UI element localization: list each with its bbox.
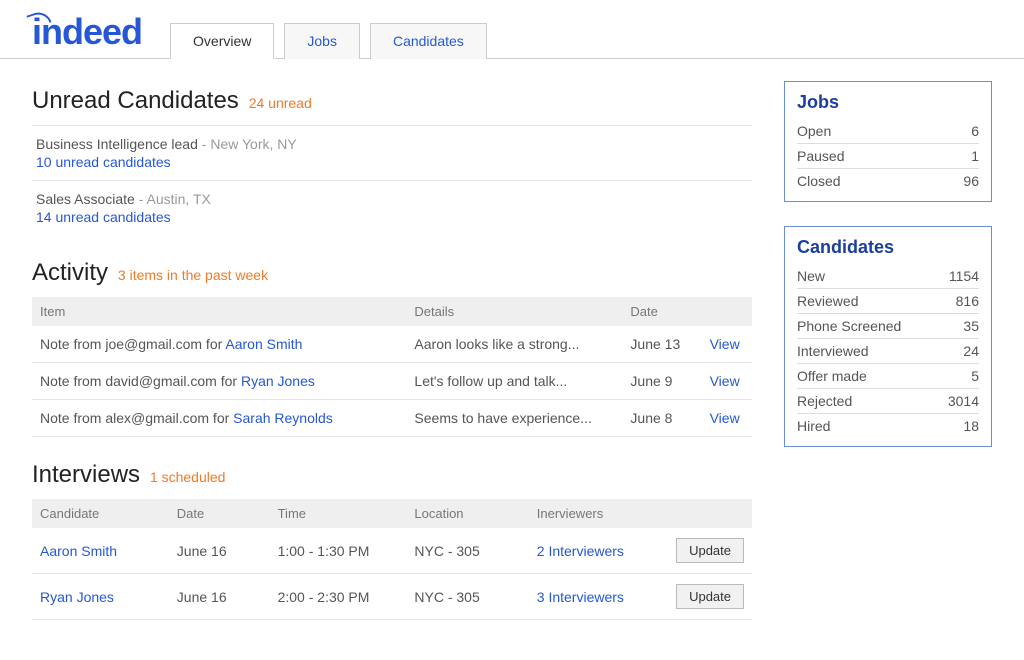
- unread-item-name: Business Intelligence lead: [36, 136, 198, 152]
- col-time: Time: [270, 499, 407, 528]
- activity-who-link[interactable]: Sarah Reynolds: [233, 410, 333, 426]
- panel-row[interactable]: Interviewed24: [797, 339, 979, 364]
- interviews-table: Candidate Date Time Location Inerviewers…: [32, 499, 752, 620]
- tabs: Overview Jobs Candidates: [170, 22, 487, 58]
- col-spacer: [702, 297, 752, 326]
- activity-row: Note from joe@gmail.com for Aaron Smith …: [32, 326, 752, 363]
- activity-details: Seems to have experience...: [406, 400, 622, 437]
- interview-candidate-link[interactable]: Ryan Jones: [40, 589, 114, 605]
- interviews-heading: Interviews: [32, 461, 140, 489]
- interview-time: 1:00 - 1:30 PM: [270, 528, 407, 574]
- activity-date: June 8: [622, 400, 701, 437]
- panel-row[interactable]: Reviewed816: [797, 289, 979, 314]
- jobs-panel: Jobs Open6 Paused1 Closed96: [784, 81, 992, 202]
- unread-item-location: - Austin, TX: [139, 191, 211, 207]
- panel-row[interactable]: Phone Screened35: [797, 314, 979, 339]
- interviews-section: Interviews 1 scheduled Candidate Date Ti…: [32, 461, 752, 620]
- interview-time: 2:00 - 2:30 PM: [270, 574, 407, 620]
- candidates-panel: Candidates New1154 Reviewed816 Phone Scr…: [784, 226, 992, 447]
- unread-heading: Unread Candidates: [32, 87, 239, 115]
- interview-row: Aaron Smith June 16 1:00 - 1:30 PM NYC -…: [32, 528, 752, 574]
- unread-sub: 24 unread: [249, 95, 312, 111]
- logo[interactable]: indeed: [32, 14, 142, 58]
- jobs-panel-heading: Jobs: [797, 92, 979, 113]
- activity-section: Activity 3 items in the past week Item D…: [32, 259, 752, 437]
- col-spacer: [666, 499, 752, 528]
- activity-row: Note from alex@gmail.com for Sarah Reyno…: [32, 400, 752, 437]
- interview-date: June 16: [169, 528, 270, 574]
- activity-item: Note from joe@gmail.com for Aaron Smith: [32, 326, 406, 363]
- activity-item: Note from alex@gmail.com for Sarah Reyno…: [32, 400, 406, 437]
- content: Unread Candidates 24 unread Business Int…: [0, 59, 1024, 660]
- activity-item: Note from david@gmail.com for Ryan Jones: [32, 363, 406, 400]
- panel-row[interactable]: Rejected3014: [797, 389, 979, 414]
- activity-heading: Activity: [32, 259, 108, 287]
- unread-item-title: Business Intelligence lead - New York, N…: [36, 136, 748, 152]
- interview-interviewers-link[interactable]: 3 Interviewers: [537, 589, 624, 605]
- activity-view-link[interactable]: View: [710, 336, 740, 352]
- interview-date: June 16: [169, 574, 270, 620]
- col-details: Details: [406, 297, 622, 326]
- interviews-sub: 1 scheduled: [150, 469, 226, 485]
- col-item: Item: [32, 297, 406, 326]
- col-interviewers: Inerviewers: [529, 499, 666, 528]
- main: Unread Candidates 24 unread Business Int…: [32, 75, 752, 620]
- activity-details: Let's follow up and talk...: [406, 363, 622, 400]
- panel-row[interactable]: Closed96: [797, 169, 979, 193]
- activity-view-link[interactable]: View: [710, 410, 740, 426]
- tab-candidates[interactable]: Candidates: [370, 23, 487, 59]
- tab-overview[interactable]: Overview: [170, 23, 274, 59]
- col-date: Date: [622, 297, 701, 326]
- panel-row[interactable]: Paused1: [797, 144, 979, 169]
- col-candidate: Candidate: [32, 499, 169, 528]
- update-button[interactable]: Update: [676, 538, 744, 563]
- tab-jobs[interactable]: Jobs: [284, 23, 360, 59]
- col-location: Location: [406, 499, 528, 528]
- unread-item-title: Sales Associate - Austin, TX: [36, 191, 748, 207]
- activity-who-link[interactable]: Ryan Jones: [241, 373, 315, 389]
- unread-item: Sales Associate - Austin, TX 14 unread c…: [32, 180, 752, 235]
- panel-row[interactable]: Offer made5: [797, 364, 979, 389]
- activity-date: June 13: [622, 326, 701, 363]
- panel-row[interactable]: New1154: [797, 264, 979, 289]
- interview-location: NYC - 305: [406, 574, 528, 620]
- activity-sub: 3 items in the past week: [118, 267, 268, 283]
- header: indeed Overview Jobs Candidates: [0, 0, 1024, 59]
- unread-item-name: Sales Associate: [36, 191, 135, 207]
- activity-details: Aaron looks like a strong...: [406, 326, 622, 363]
- interview-location: NYC - 305: [406, 528, 528, 574]
- sidebar: Jobs Open6 Paused1 Closed96 Candidates N…: [784, 75, 992, 620]
- interview-interviewers-link[interactable]: 2 Interviewers: [537, 543, 624, 559]
- update-button[interactable]: Update: [676, 584, 744, 609]
- activity-view-link[interactable]: View: [710, 373, 740, 389]
- unread-item-link[interactable]: 10 unread candidates: [36, 154, 748, 170]
- panel-row[interactable]: Open6: [797, 119, 979, 144]
- activity-table: Item Details Date Note from joe@gmail.co…: [32, 297, 752, 437]
- unread-item-link[interactable]: 14 unread candidates: [36, 209, 748, 225]
- unread-item: Business Intelligence lead - New York, N…: [32, 125, 752, 180]
- interview-candidate-link[interactable]: Aaron Smith: [40, 543, 117, 559]
- col-date: Date: [169, 499, 270, 528]
- activity-row: Note from david@gmail.com for Ryan Jones…: [32, 363, 752, 400]
- activity-who-link[interactable]: Aaron Smith: [225, 336, 302, 352]
- candidates-panel-heading: Candidates: [797, 237, 979, 258]
- interview-row: Ryan Jones June 16 2:00 - 2:30 PM NYC - …: [32, 574, 752, 620]
- activity-date: June 9: [622, 363, 701, 400]
- panel-row[interactable]: Hired18: [797, 414, 979, 438]
- unread-section: Unread Candidates 24 unread Business Int…: [32, 87, 752, 235]
- unread-item-location: - New York, NY: [202, 136, 297, 152]
